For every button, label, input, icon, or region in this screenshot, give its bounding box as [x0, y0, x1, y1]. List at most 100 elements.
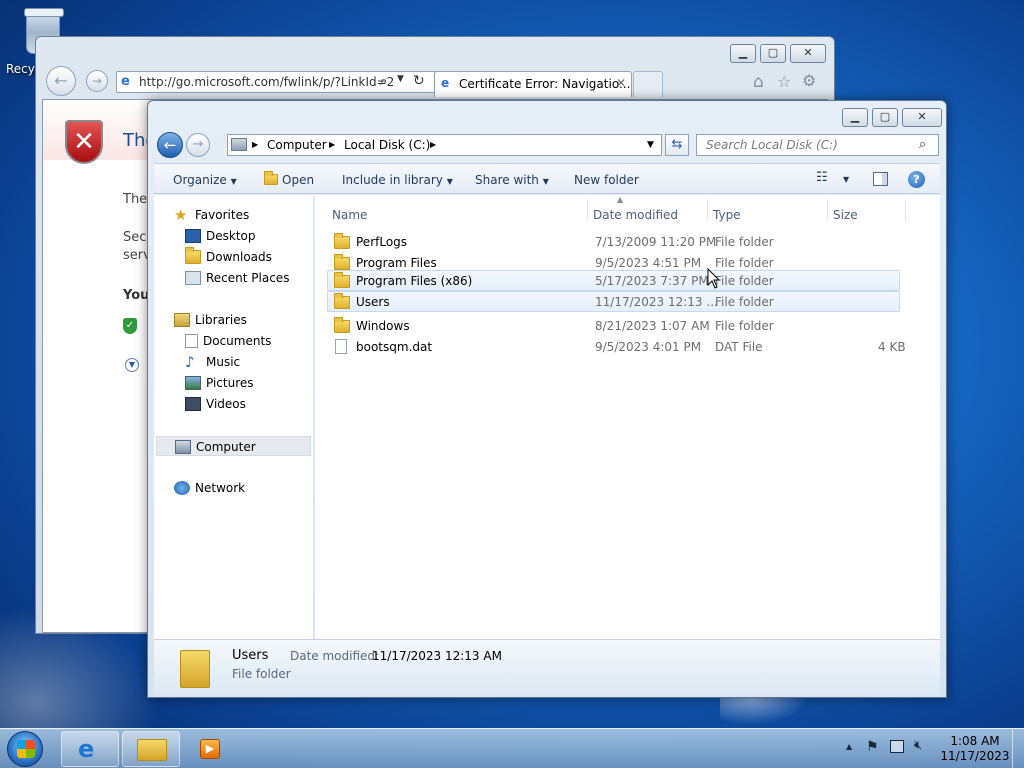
file-name: Program Files (x86) — [356, 274, 473, 288]
breadcrumb-separator-icon[interactable]: ▶ — [252, 135, 258, 155]
ie-forward-button[interactable]: → — [86, 70, 108, 92]
column-header-size[interactable]: Size — [833, 208, 858, 222]
open-button[interactable]: Open — [264, 171, 314, 187]
show-desktop-button[interactable] — [1012, 729, 1024, 768]
ie-new-tab-button[interactable] — [633, 71, 663, 97]
file-row-program-files-x86[interactable]: Program Files (x86) 5/17/2023 7:37 PM Fi… — [327, 270, 900, 291]
column-divider[interactable] — [587, 199, 588, 221]
explorer-window[interactable]: ▁ ▢ ✕ ← → ▶ Computer ▶ Local Disk (C:) ▶… — [147, 100, 947, 698]
action-center-flag-icon[interactable]: ⚑ — [866, 739, 879, 755]
recent-places-icon — [185, 270, 201, 285]
volume-muted-icon[interactable]: 🔇︎ — [914, 738, 922, 753]
nav-documents[interactable]: Documents — [185, 331, 271, 351]
column-divider[interactable] — [707, 199, 708, 221]
breadcrumb-separator-icon[interactable]: ▶ — [329, 135, 335, 155]
minimize-button[interactable]: ▁ — [842, 108, 868, 127]
chevron-down-icon[interactable]: ▼ — [397, 74, 404, 84]
maximize-button[interactable]: ▢ — [872, 108, 898, 127]
start-button[interactable] — [7, 731, 43, 767]
gear-icon[interactable]: ⚙ — [802, 71, 816, 90]
file-name: PerfLogs — [356, 235, 408, 249]
search-icon[interactable]: ⌕ — [380, 74, 387, 89]
ie-back-button[interactable]: ← — [46, 66, 76, 96]
nav-desktop-label: Desktop — [206, 229, 256, 243]
file-row-windows[interactable]: Windows 8/21/2023 1:07 AM File folder — [328, 316, 901, 337]
home-icon[interactable]: ⌂ — [753, 72, 764, 92]
column-header-date-modified[interactable]: Date modified — [593, 208, 678, 222]
column-divider[interactable] — [827, 199, 828, 221]
file-type: File folder — [715, 274, 774, 288]
details-type: File folder — [232, 667, 291, 681]
nav-pictures[interactable]: Pictures — [185, 373, 254, 393]
breadcrumb-local-disk[interactable]: Local Disk (C:) — [344, 135, 430, 155]
file-type: File folder — [715, 295, 774, 309]
details-pane: Users File folder Date modified: 11/17/2… — [154, 639, 940, 695]
chevron-down-icon[interactable]: ▼ — [647, 135, 654, 155]
taskbar-media-player[interactable]: ▶ — [196, 735, 224, 763]
back-icon: ← — [54, 71, 68, 90]
forward-icon: → — [91, 74, 103, 88]
file-date: 5/17/2023 7:37 PM — [595, 274, 709, 288]
back-button[interactable]: ← — [157, 132, 183, 158]
nav-recent-places[interactable]: Recent Places — [185, 268, 289, 288]
taskbar-windows-explorer[interactable] — [122, 731, 180, 767]
system-clock[interactable]: 1:08 AM 11/17/2023 — [938, 734, 1012, 764]
search-icon[interactable]: ⌕ — [919, 135, 926, 155]
shield-error-icon: ✕ — [65, 120, 103, 164]
nav-computer[interactable]: Computer — [156, 436, 311, 456]
refresh-icon[interactable]: ↻ — [413, 73, 425, 89]
nav-libraries[interactable]: Libraries — [174, 310, 247, 330]
close-tab-icon[interactable]: ✕ — [616, 76, 626, 90]
help-icon[interactable]: ? — [908, 171, 925, 188]
favorites-star-icon[interactable]: ☆ — [777, 72, 791, 91]
file-row-perflogs[interactable]: PerfLogs 7/13/2009 11:20 PM File folder — [328, 232, 901, 253]
network-tray-icon[interactable] — [890, 740, 904, 753]
nav-computer-label: Computer — [196, 440, 256, 454]
column-header-name[interactable]: Name — [332, 208, 367, 222]
nav-network[interactable]: Network — [174, 478, 245, 498]
refresh-icon: ⇆ — [671, 137, 683, 152]
new-folder-button[interactable]: New folder — [574, 173, 639, 187]
ie-close-button[interactable]: ✕ — [790, 44, 826, 63]
refresh-button[interactable]: ⇆ — [665, 134, 689, 156]
column-header-type[interactable]: Type — [713, 208, 741, 222]
ie-tab-certificate-error[interactable]: e Certificate Error: Navigatio... ✕ — [434, 71, 632, 97]
chevron-down-icon[interactable]: ▼ — [843, 175, 849, 184]
file-type: File folder — [715, 235, 774, 249]
nav-downloads[interactable]: Downloads — [185, 246, 272, 267]
file-list-pane: ▲ Name Date modified Type Size PerfLogs … — [315, 195, 940, 639]
file-name: Users — [356, 295, 390, 309]
organize-button[interactable]: Organize ▼ — [173, 173, 237, 187]
ie-page-icon: e — [121, 74, 130, 89]
clock-date: 11/17/2023 — [940, 749, 1010, 763]
ie-minimize-button[interactable]: ▁ — [730, 44, 756, 63]
expand-circle-icon[interactable]: ▼ — [125, 358, 139, 372]
column-divider[interactable] — [905, 199, 906, 221]
folder-icon — [334, 233, 350, 249]
forward-button[interactable]: → — [186, 133, 210, 157]
nav-desktop[interactable]: Desktop — [185, 226, 256, 246]
nav-favorites[interactable]: ★ Favorites — [174, 205, 249, 225]
share-with-button[interactable]: Share with ▼ — [475, 173, 549, 187]
nav-videos[interactable]: Videos — [185, 394, 246, 414]
show-hidden-icons-chevron-icon[interactable]: ▲ — [846, 742, 852, 751]
include-in-library-button[interactable]: Include in library ▼ — [342, 173, 453, 187]
folder-icon — [334, 293, 350, 309]
shield-check-icon: ✓ — [123, 318, 137, 334]
include-in-library-label: Include in library — [342, 173, 443, 187]
file-date: 9/5/2023 4:01 PM — [595, 340, 702, 354]
preview-pane-icon[interactable] — [873, 172, 888, 186]
breadcrumb-computer[interactable]: Computer — [267, 135, 327, 155]
change-view-icon[interactable]: ☷ — [816, 170, 828, 185]
recycle-bin-label: Recy — [6, 62, 35, 76]
search-input[interactable]: Search Local Disk (C:) ⌕ — [696, 134, 939, 156]
address-bar[interactable]: ▶ Computer ▶ Local Disk (C:) ▶ ▼ — [227, 134, 662, 156]
file-row-users[interactable]: Users 11/17/2023 12:13 ... File folder — [327, 291, 900, 312]
file-row-bootsqm[interactable]: bootsqm.dat 9/5/2023 4:01 PM DAT File 4 … — [328, 337, 906, 358]
close-button[interactable]: ✕ — [902, 108, 942, 127]
taskbar-internet-explorer[interactable]: e — [61, 731, 119, 767]
nav-music[interactable]: ♪ Music — [185, 352, 240, 372]
ie-maximize-button[interactable]: ▢ — [760, 44, 786, 63]
file-date: 9/5/2023 4:51 PM — [595, 256, 702, 270]
breadcrumb-separator-icon[interactable]: ▶ — [430, 135, 436, 155]
